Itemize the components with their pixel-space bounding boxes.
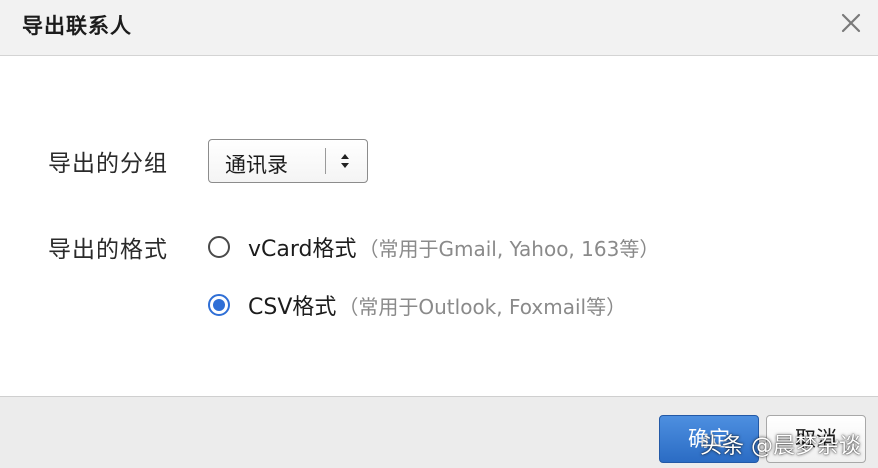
csv-hint: （常用于Outlook, Foxmail等）: [338, 295, 627, 319]
vcard-hint: （常用于Gmail, Yahoo, 163等）: [358, 237, 660, 261]
group-select-value: 通讯录: [225, 153, 288, 177]
dialog-titlebar: 导出联系人: [0, 0, 878, 56]
select-divider: [325, 148, 326, 174]
confirm-button[interactable]: 确定: [659, 415, 759, 463]
close-icon: [841, 13, 861, 33]
updown-arrows-icon: [341, 154, 349, 168]
format-label: 导出的格式: [48, 237, 168, 263]
format-option-label: vCard格式 （常用于Gmail, Yahoo, 163等）: [248, 231, 659, 263]
format-option-csv[interactable]: CSV格式 （常用于Outlook, Foxmail等）: [208, 292, 768, 322]
csv-label: CSV格式: [248, 295, 337, 320]
dialog-body: 导出的分组 通讯录 导出的格式 vCard格式 （常用于Gmail, Yahoo,…: [0, 56, 878, 396]
close-button[interactable]: [838, 10, 864, 36]
vcard-radio[interactable]: [208, 236, 230, 258]
dialog-footer: 确定 取消: [0, 396, 878, 468]
export-contacts-dialog: 导出联系人 导出的分组 通讯录 导出的格式 vCard格式 （常用于Gmail, …: [0, 0, 878, 468]
vcard-label: vCard格式: [248, 237, 357, 262]
csv-radio[interactable]: [208, 294, 230, 316]
format-option-label: CSV格式 （常用于Outlook, Foxmail等）: [248, 289, 626, 321]
format-option-vcard[interactable]: vCard格式 （常用于Gmail, Yahoo, 163等）: [208, 234, 768, 264]
dialog-title: 导出联系人: [22, 14, 132, 38]
group-label: 导出的分组: [48, 151, 168, 177]
cancel-button[interactable]: 取消: [766, 415, 866, 463]
group-select[interactable]: 通讯录: [208, 139, 368, 183]
